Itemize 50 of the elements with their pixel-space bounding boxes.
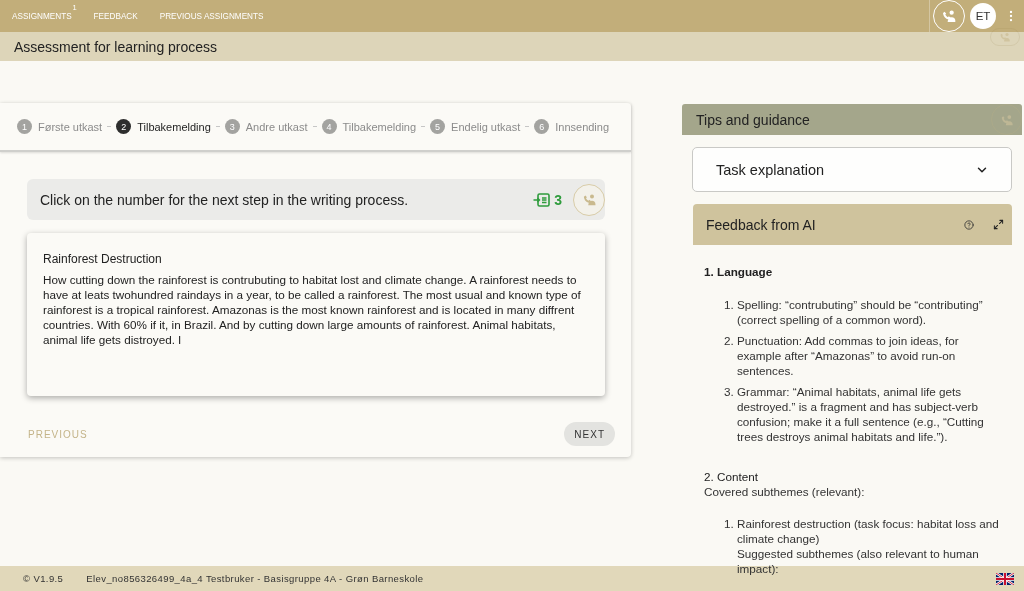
draft-text: How cutting down the rainforest is contrubuting to habitat lost and climate change. A rainforest needs to have at leats twohundred raindays in a year, to be called a rainforest. The most usual and known type of rainforest is a tropical rainforest. Amazonas is the most known rainforest and is located in many diffrent countries. With 60% if it, in Brazil. And by cutting down large amounts of rainforest. Animal habitats, animal life gets distroyed. I <box>43 272 582 347</box>
tips-title: Tips and guidance <box>696 111 810 128</box>
expand-button[interactable] <box>993 219 1004 230</box>
step-tab[interactable]: 6 Innsending <box>534 119 610 134</box>
nav-link[interactable]: FEEDBACK <box>93 11 138 21</box>
task-explanation-toggle[interactable]: Task explanation <box>692 147 1012 192</box>
feedback-count-button[interactable]: 3 <box>533 191 562 208</box>
uk-flag-icon[interactable] <box>996 572 1014 585</box>
instruction-text: Click on the number for the next step in the writing process. <box>40 191 409 208</box>
step-number: 5 <box>430 119 446 134</box>
person-phone-icon <box>581 192 597 207</box>
user-avatar[interactable]: ET <box>970 3 996 29</box>
feedback-item-note: Suggested subthemes (also relevant to human impact): <box>737 546 980 576</box>
feedback-item-text: Punctuation: Add commas to join ideas, for example after “Amazonas” to avoid run-on sentences. <box>737 333 960 378</box>
section-intro: Covered subthemes (relevant): <box>704 484 866 499</box>
step-number: 1 <box>17 119 32 134</box>
user-info-text: Elev_no856326499_4a_4 Testbruker - Basisgruppe 4A - Grøn Barneskole <box>86 573 424 584</box>
step-tab[interactable]: 2 Tilbakemelding <box>116 119 211 134</box>
person-phone-icon <box>999 31 1011 43</box>
list-number: 2. <box>724 333 735 349</box>
list-number: 1. <box>724 297 735 313</box>
section-heading: 1. Language <box>704 264 774 279</box>
step-number: 4 <box>321 119 337 134</box>
feedback-item-text: Grammar: “Animal habitats, animal life gets destroyed.” is a fragment and has subject-verb confusion; make it a full sentence (e.g., “Cutting trees destroys animal habitats and life.”). <box>737 384 985 444</box>
step-tab[interactable]: 4 Tilbakemelding <box>321 119 417 134</box>
step-tab[interactable]: 1 Første utkast <box>17 119 103 134</box>
step-tab[interactable]: 5 Endelig utkast <box>430 119 521 134</box>
person-phone-icon <box>999 112 1014 127</box>
draft-title: Rainforest Destruction <box>43 252 163 266</box>
feedback-item-text: Spelling: “contrubuting” should be “contributing” (correct spelling of a common word). <box>737 297 984 327</box>
expand-icon <box>993 219 1004 230</box>
nav-link[interactable]: PREVIOUS ASSIGNMENTS <box>159 11 264 21</box>
step-tab[interactable]: 3 Andre utkast <box>224 119 308 134</box>
step-number: 2 <box>116 119 132 134</box>
step-number: 6 <box>534 119 550 134</box>
person-phone-icon <box>941 8 957 24</box>
call-button[interactable] <box>573 183 605 216</box>
next-button[interactable]: NEXT <box>564 422 615 446</box>
list-arrow-icon <box>533 192 551 207</box>
list-number: 1. <box>724 516 735 532</box>
version-text: © V1.9.5 <box>23 573 64 584</box>
page-title: Assessment for learning process <box>14 38 218 55</box>
feedback-title: Feedback from AI <box>706 216 816 233</box>
help-button[interactable] <box>964 219 974 230</box>
draft-text-area[interactable] <box>27 233 605 396</box>
step-number: 3 <box>224 119 240 134</box>
feedback-item-text: Rainforest destruction (task focus: habitat loss and climate change) <box>737 516 1000 546</box>
section-heading: 2. Content <box>704 469 759 484</box>
list-number: 3. <box>724 384 735 400</box>
help-icon <box>964 219 974 230</box>
